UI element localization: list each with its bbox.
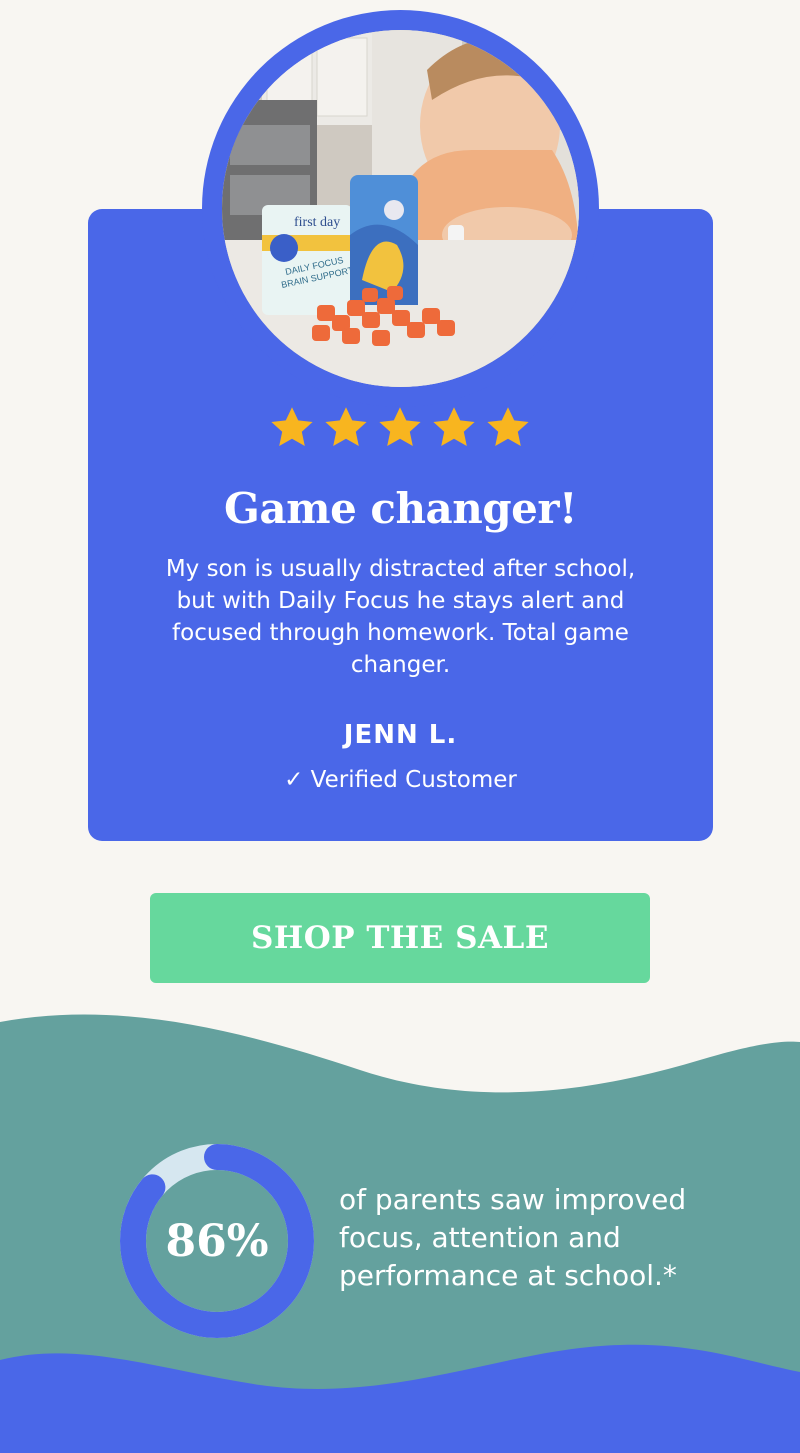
- percent-value: 86%: [165, 1215, 269, 1267]
- customer-photo: first day DAILY FOCUS BRAIN SUPPORT: [222, 30, 579, 387]
- review-body: My son is usually distracted after schoo…: [165, 556, 636, 678]
- review-author: JENN L.: [343, 720, 458, 750]
- star-icon: [325, 407, 367, 446]
- star-icon: [271, 407, 313, 446]
- product-brand-text: first day: [294, 215, 340, 230]
- shop-the-sale-button[interactable]: SHOP THE SALE: [150, 893, 650, 983]
- rating-stars: [0, 404, 800, 452]
- star-icon: [379, 407, 421, 446]
- star-icon: [487, 407, 529, 446]
- stat-description: of parents saw improved focus, attention…: [339, 1183, 687, 1292]
- verified-customer-label: ✓ Verified Customer: [284, 767, 517, 793]
- review-title: Game changer!: [224, 484, 577, 533]
- star-icon: [433, 407, 475, 446]
